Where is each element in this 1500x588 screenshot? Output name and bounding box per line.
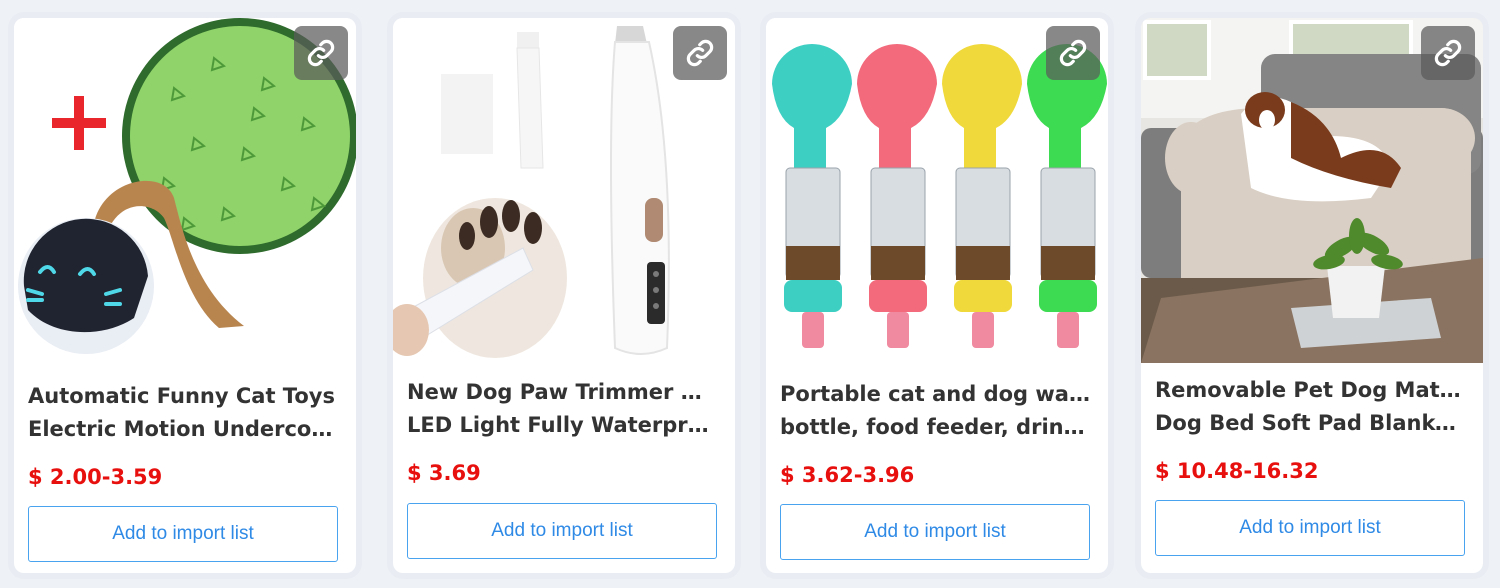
- add-to-import-list-button[interactable]: Add to import list: [780, 504, 1090, 560]
- product-title[interactable]: Automatic Funny Cat Toys Electric Motion…: [28, 380, 338, 446]
- product-title[interactable]: Portable cat and dog water bottle, food …: [780, 378, 1090, 444]
- link-button[interactable]: [673, 26, 727, 80]
- product-card[interactable]: Removable Pet Dog Mat Sofa Dog Bed Soft …: [1141, 18, 1483, 573]
- add-to-import-list-button[interactable]: Add to import list: [1155, 500, 1465, 556]
- product-title-line2: Dog Bed Soft Pad Blanket Cushion: [1155, 411, 1465, 435]
- product-title-line2: bottle, food feeder, drinking cup: [780, 415, 1090, 439]
- link-button[interactable]: [1046, 26, 1100, 80]
- product-title-line2: LED Light Fully Waterproof Pet: [407, 413, 717, 437]
- product-title-line1: Removable Pet Dog Mat Sofa: [1155, 378, 1465, 402]
- add-to-import-list-button[interactable]: Add to import list: [28, 506, 338, 562]
- product-title-line1: Portable cat and dog water: [780, 382, 1090, 406]
- link-button[interactable]: [1421, 26, 1475, 80]
- product-title-line1: New Dog Paw Trimmer with: [407, 380, 717, 404]
- link-icon: [686, 39, 714, 67]
- product-card[interactable]: New Dog Paw Trimmer with LED Light Fully…: [393, 18, 735, 573]
- product-card[interactable]: Automatic Funny Cat Toys Electric Motion…: [14, 18, 356, 573]
- product-card[interactable]: Portable cat and dog water bottle, food …: [766, 18, 1108, 573]
- product-title-line1: Automatic Funny Cat Toys: [28, 384, 335, 408]
- link-button[interactable]: [294, 26, 348, 80]
- product-price: $ 10.48-16.32: [1155, 459, 1319, 483]
- product-price: $ 2.00-3.59: [28, 465, 163, 489]
- product-price: $ 3.62-3.96: [780, 463, 915, 487]
- product-price: $ 3.69: [407, 461, 481, 485]
- add-to-import-list-button[interactable]: Add to import list: [407, 503, 717, 559]
- link-icon: [1434, 39, 1462, 67]
- product-title[interactable]: New Dog Paw Trimmer with LED Light Fully…: [407, 376, 717, 442]
- link-icon: [1059, 39, 1087, 67]
- product-title-line2: Electric Motion Undercover Mouse: [28, 417, 338, 441]
- product-title[interactable]: Removable Pet Dog Mat Sofa Dog Bed Soft …: [1155, 374, 1465, 440]
- link-icon: [307, 39, 335, 67]
